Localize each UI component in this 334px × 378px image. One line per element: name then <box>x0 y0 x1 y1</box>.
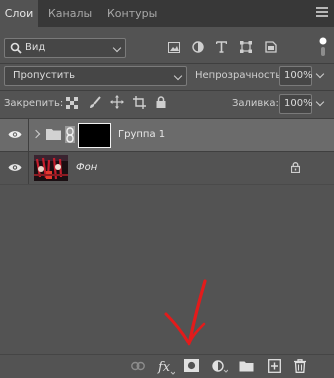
fill-input[interactable]: 100% <box>279 94 313 114</box>
fx-icon[interactable]: fx <box>157 359 175 375</box>
divider <box>0 90 334 91</box>
layer-filter-value: Вид <box>25 42 46 53</box>
opacity-value: 100% <box>284 70 313 81</box>
new-group-icon[interactable] <box>239 360 254 372</box>
fill-chevron-icon[interactable] <box>315 97 325 107</box>
panel-menu-icon[interactable] <box>316 7 328 19</box>
tab-layers[interactable]: Слои <box>0 0 38 27</box>
chevron-down-icon <box>173 71 183 81</box>
chevron-down-icon <box>112 43 122 53</box>
layer-name[interactable]: Фон <box>76 162 97 173</box>
fill-value: 100% <box>284 98 313 109</box>
layer-row-background[interactable]: Фон <box>0 152 334 184</box>
layers-bottom-toolbar: fx <box>0 354 334 378</box>
blend-mode-select[interactable]: Пропустить <box>4 66 187 86</box>
lock-transparent-icon[interactable] <box>66 97 78 109</box>
trash-icon[interactable] <box>294 359 306 373</box>
background-layer-thumbnail <box>34 155 68 181</box>
eye-icon <box>8 164 22 171</box>
link-layers-icon[interactable] <box>131 361 145 371</box>
visibility-toggle[interactable] <box>0 152 29 184</box>
folder-icon <box>46 129 61 140</box>
type-filter-icon[interactable] <box>216 41 227 53</box>
blend-mode-value: Пропустить <box>13 70 75 81</box>
divider <box>0 63 334 64</box>
new-layer-icon[interactable] <box>268 359 281 373</box>
red-arrow-annotation <box>164 279 207 346</box>
filter-toggle-icon[interactable] <box>319 37 327 57</box>
layer-mask-thumbnail[interactable] <box>78 123 111 148</box>
opacity-chevron-icon[interactable] <box>315 69 325 79</box>
image-filter-icon[interactable] <box>168 42 180 53</box>
lock-paint-icon[interactable] <box>89 96 101 109</box>
smart-object-filter-icon[interactable] <box>265 41 277 53</box>
shape-filter-icon[interactable] <box>240 41 252 53</box>
fill-label: Заливка: <box>232 98 279 109</box>
layer-mask-icon[interactable] <box>184 359 199 372</box>
lock-label: Закрепить: <box>4 98 64 109</box>
padlock-icon <box>291 162 300 173</box>
layer-filter-select[interactable]: Вид <box>4 38 126 58</box>
lock-artboard-icon[interactable] <box>133 96 146 109</box>
lock-all-icon[interactable] <box>156 96 166 108</box>
adjustment-layer-icon[interactable] <box>212 359 228 373</box>
layer-row-group-1[interactable]: Группа 1 <box>0 119 334 151</box>
divider <box>0 184 334 185</box>
chain-link-icon[interactable] <box>65 127 75 143</box>
adjustment-filter-icon[interactable] <box>192 41 204 53</box>
lock-position-icon[interactable] <box>110 95 124 109</box>
panel-tabbar: Слои Каналы Контуры <box>0 0 334 27</box>
visibility-toggle[interactable] <box>0 119 29 151</box>
search-icon <box>10 42 22 54</box>
svg-text:fx: fx <box>157 360 171 375</box>
tab-paths[interactable]: Контуры <box>107 0 157 27</box>
layer-name[interactable]: Группа 1 <box>118 129 165 140</box>
tab-channels[interactable]: Каналы <box>48 0 92 27</box>
expand-chevron-icon[interactable] <box>31 129 41 139</box>
eye-icon <box>8 131 22 138</box>
opacity-label: Непрозрачность: <box>195 70 285 81</box>
opacity-input[interactable]: 100% <box>279 66 313 86</box>
